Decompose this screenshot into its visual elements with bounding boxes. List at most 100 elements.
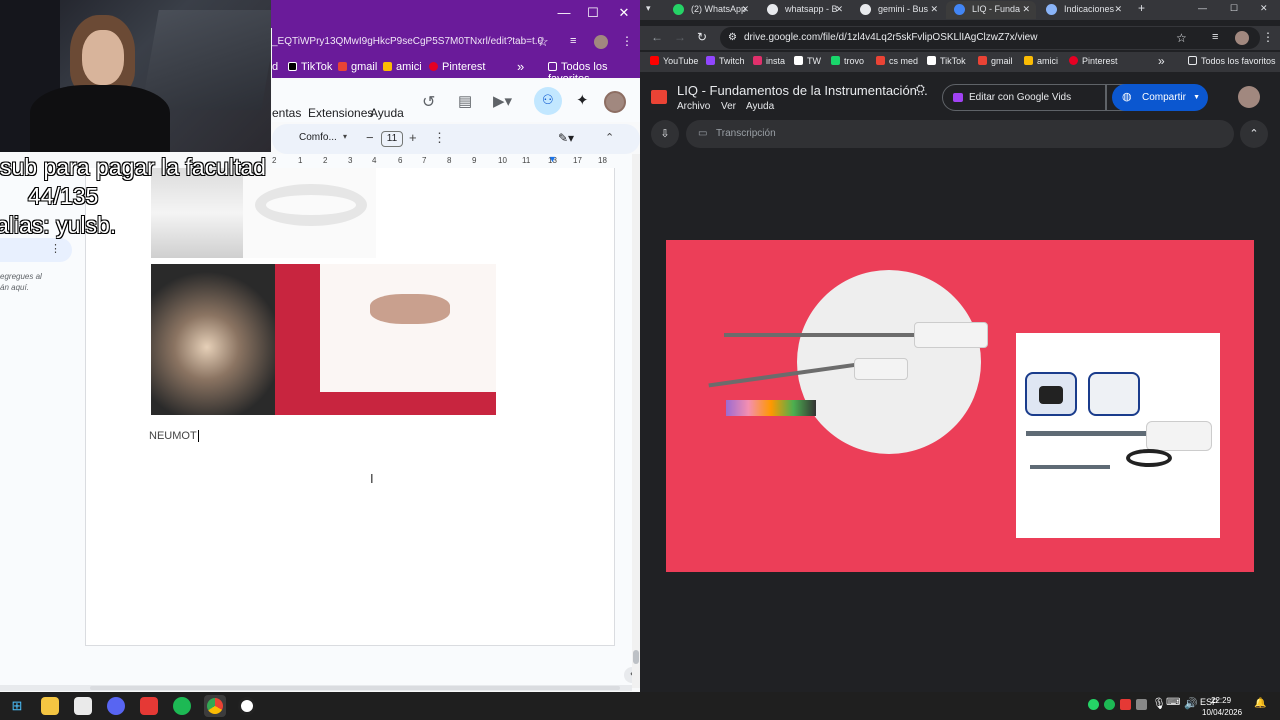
document-text[interactable]: NEUMOT [149, 430, 199, 442]
discord-icon[interactable] [107, 697, 125, 715]
menu-view[interactable]: Ver [721, 101, 736, 112]
chrome-taskbar-active[interactable] [204, 695, 226, 717]
bookmark-gmail[interactable]: gmail [338, 61, 377, 73]
minimize-button[interactable]: — [549, 5, 579, 20]
close-tab-icon[interactable]: ✕ [741, 1, 749, 17]
account-avatar[interactable] [1238, 86, 1260, 108]
reload-icon[interactable]: ↻ [697, 30, 707, 44]
tab-active-drive[interactable]: LIQ - Funda ✕ [946, 1, 1036, 19]
bookmark-pinterest[interactable]: Pinterest [429, 61, 485, 73]
keyboard-icon[interactable]: ⌨ [1166, 697, 1180, 708]
indent-marker-icon[interactable]: ▼ [548, 154, 557, 164]
close-tab-icon[interactable]: ✕ [930, 1, 938, 17]
address-url[interactable]: drive.google.com/file/d/1zl4v4Lq2r5skFvl… [744, 32, 1037, 43]
left-address-bar[interactable]: _EQTiWPry13QMwI9gHkcP9seCgP5S7M0TNxrl/ed… [272, 28, 640, 56]
tray-app-icon[interactable] [1136, 699, 1147, 710]
collapse-toolbar-icon[interactable]: ⌃ [605, 131, 614, 144]
bookmark-tiktok[interactable]: TikTok [288, 61, 332, 73]
mic-icon[interactable]: 🎙 [1152, 697, 1166, 710]
streaming-app-icon[interactable] [140, 697, 158, 715]
bookmark-amici[interactable]: amici [1024, 56, 1058, 66]
bookmark-twitch[interactable]: Twitch [706, 56, 745, 66]
calculator-icon[interactable] [74, 697, 92, 715]
edit-with-vids-button[interactable]: Editar con Google Vids [942, 84, 1106, 111]
file-explorer-icon[interactable] [41, 697, 59, 715]
maximize-button[interactable]: ☐ [1230, 3, 1238, 14]
clock-date[interactable]: 10/04/2026 [1202, 708, 1242, 717]
history-icon[interactable]: ↺ [422, 92, 435, 112]
notifications-icon[interactable]: 🔔 [1254, 698, 1266, 709]
file-title[interactable]: LIQ - Fundamentos de la Instrumentación.… [677, 83, 928, 98]
font-size-decrease[interactable]: − [366, 130, 374, 145]
surgery-photo[interactable] [151, 264, 275, 415]
scroll-thumb[interactable] [90, 686, 620, 690]
star-icon[interactable]: ☆ [1176, 27, 1187, 49]
bookmark-d[interactable]: d [272, 61, 278, 73]
bookmarks-more-icon[interactable]: » [1158, 54, 1165, 68]
maximize-button[interactable]: ☐ [578, 5, 608, 21]
horizontal-scrollbar[interactable] [0, 685, 632, 691]
menu-extensions[interactable]: Extensiones [308, 106, 373, 120]
profile-avatar[interactable] [594, 35, 608, 49]
collapse-icon[interactable]: ⌃ [1240, 120, 1268, 148]
tab-google-gemini[interactable]: gemini - Bus ✕ [852, 1, 944, 19]
font-size-input[interactable]: 11 [381, 131, 403, 147]
left-url-text[interactable]: _EQTiWPry13QMwI9gHkcP9seCgP5S7M0TNxrl/ed… [272, 36, 543, 47]
outline-tab-row[interactable]: ⋮ [0, 238, 72, 262]
vscroll-thumb[interactable] [633, 650, 639, 664]
share-button[interactable]: ◍ Compartir ▼ [1112, 84, 1208, 111]
clock-time[interactable]: 22:29 [1211, 696, 1231, 705]
media-icon[interactable]: ≡ [1212, 31, 1218, 43]
tab-google-whatsapp[interactable]: whatsapp - B ✕ [759, 1, 849, 19]
site-info-icon[interactable]: ⚙ [728, 27, 737, 49]
close-tab-icon[interactable]: ✕ [1114, 1, 1122, 17]
gemini-icon[interactable]: ✦ [576, 91, 589, 109]
obs-icon[interactable] [238, 697, 256, 715]
menu-help[interactable]: Ayuda [370, 106, 404, 120]
bookmark-amici[interactable]: amici [383, 61, 422, 73]
menu-dots-icon[interactable]: ⋮ [621, 34, 633, 48]
address-bar[interactable]: ⚙ drive.google.com/file/d/1zl4v4Lq2r5skF… [720, 27, 1260, 49]
font-selector[interactable]: Comfo... [299, 132, 337, 143]
tab-search-icon[interactable]: ▾ [646, 3, 651, 14]
chevron-down-icon[interactable]: ▾ [343, 132, 347, 141]
close-button[interactable]: ✕ [1260, 3, 1268, 14]
comments-icon[interactable]: ▤ [458, 92, 472, 110]
close-tab-icon[interactable]: ✕ [1022, 1, 1030, 17]
slide-thumbnail[interactable] [275, 264, 496, 415]
bookmarks-more-icon[interactable]: » [517, 59, 524, 74]
share-icon[interactable]: ⚇ [534, 87, 562, 115]
profile-avatar[interactable] [1235, 31, 1249, 45]
tab-whatsapp[interactable]: (2) WhatsApp ✕ [665, 1, 755, 19]
account-avatar[interactable] [604, 91, 626, 113]
new-tab-icon[interactable]: + [1138, 1, 1145, 15]
spotify-icon[interactable] [173, 697, 191, 715]
chevron-down-icon[interactable]: ▼ [1193, 84, 1200, 111]
menu-dots-icon[interactable]: ⋮ [1262, 30, 1274, 44]
menu-file[interactable]: Archivo [677, 101, 710, 112]
vertical-scrollbar[interactable] [632, 154, 640, 688]
bookmark-youtube[interactable]: YouTube [650, 56, 698, 66]
spotify-tray-icon[interactable] [1104, 699, 1115, 710]
bookmark-trovo[interactable]: trovo [831, 56, 864, 66]
bookmark-tw[interactable]: TW [794, 56, 821, 66]
menu-tools[interactable]: entas [272, 106, 301, 120]
tab-indicaciones[interactable]: Indicaciones ✕ [1038, 1, 1128, 19]
bookmark-cs-med[interactable]: cs med [876, 56, 918, 66]
all-bookmarks-folder[interactable]: Todos los favoritos [1188, 56, 1276, 66]
close-tab-icon[interactable]: ✕ [835, 1, 843, 17]
outline-menu-icon[interactable]: ⋮ [50, 242, 61, 255]
more-options-icon[interactable]: ⋮ [433, 130, 446, 146]
minimize-button[interactable]: — [1198, 3, 1207, 13]
bookmark-gmail[interactable]: gmail [978, 56, 1013, 66]
slide-preview[interactable] [666, 240, 1254, 572]
whatsapp-tray-icon[interactable] [1088, 699, 1099, 710]
forward-icon[interactable]: → [674, 30, 686, 44]
bookmark-insta[interactable]: insta [753, 56, 785, 66]
media-icon[interactable]: ≡ [570, 35, 576, 47]
edit-mode-icon[interactable]: ✎▾ [558, 131, 574, 145]
app-tray-icon[interactable] [1120, 699, 1131, 710]
windows-start-icon[interactable]: ⊞ [8, 697, 26, 715]
menu-help[interactable]: Ayuda [746, 101, 774, 112]
star-icon[interactable]: ☆ [537, 34, 549, 50]
